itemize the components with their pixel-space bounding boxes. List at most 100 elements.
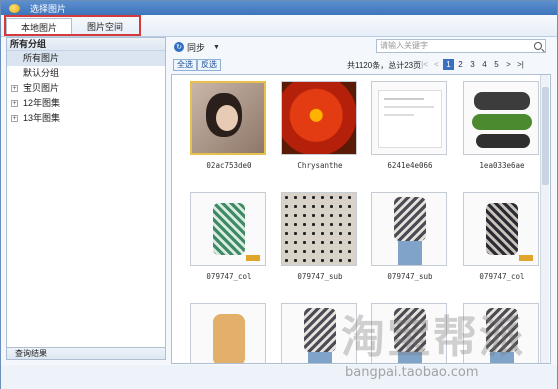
- app-logo-icon: [9, 3, 20, 13]
- vertical-scrollbar[interactable]: [540, 75, 549, 363]
- image-content: [213, 314, 245, 363]
- image-content: [216, 105, 238, 131]
- next-page-button[interactable]: >: [503, 59, 514, 70]
- tab-bar: 本地图片 图片空间: [1, 15, 557, 37]
- search-placeholder: 请输入关键字: [380, 41, 428, 50]
- image-thumbnail[interactable]: [281, 303, 359, 363]
- image-picker-dialog: 选择图片 本地图片 图片空间 所有分组 所有图片 默认分组 + 宝贝图片 + 1…: [0, 0, 558, 389]
- sneakers-photo-image[interactable]: [463, 81, 539, 155]
- window-title: 选择图片: [30, 3, 67, 14]
- image-content: [486, 308, 518, 352]
- image-caption: 079747_sub: [387, 272, 433, 281]
- bottom-bar: [1, 365, 557, 389]
- image-grid: 02ac753de0 Chrysanthe 6241e4e066 1ea033e6ae…: [171, 74, 551, 364]
- model-floral-jacket-image[interactable]: [463, 303, 539, 363]
- scrollbar-thumb[interactable]: [542, 87, 549, 185]
- orange-hoodie-image[interactable]: [190, 303, 266, 363]
- image-thumbnail[interactable]: 6241e4e066: [371, 81, 449, 170]
- image-caption: Chrysanthe: [297, 161, 343, 170]
- image-thumbnail[interactable]: 1ea033e6ae: [463, 81, 541, 170]
- first-page-button[interactable]: |<: [419, 59, 430, 70]
- image-content: [304, 308, 336, 352]
- image-content: [474, 92, 530, 110]
- image-thumbnail[interactable]: [190, 303, 268, 363]
- image-caption: 079747_col: [479, 272, 525, 281]
- prev-page-button[interactable]: <: [431, 59, 442, 70]
- sync-button[interactable]: 同步: [187, 41, 205, 54]
- image-content: [398, 241, 422, 265]
- selection-bar: 全选 反选 共1120条，总计23页 |< < 1 2 3 4 5 > >|: [171, 58, 551, 72]
- image-content: [394, 197, 426, 241]
- image-content: [472, 114, 532, 130]
- image-content: [282, 82, 356, 154]
- invert-selection-button[interactable]: 反选: [197, 59, 221, 71]
- image-caption: 6241e4e066: [387, 161, 433, 170]
- tabs-highlight-box: [4, 15, 141, 36]
- image-caption: 02ac753de0: [206, 161, 252, 170]
- sidebar-item-label: 默认分组: [23, 68, 60, 78]
- image-caption: 079747_col: [206, 272, 252, 281]
- search-input[interactable]: 请输入关键字: [376, 39, 546, 53]
- document-screenshot-image[interactable]: [371, 81, 447, 155]
- result-count: 共1120条，总计23页: [347, 61, 422, 70]
- image-thumbnail[interactable]: 02ac753de0: [190, 81, 268, 170]
- image-content: [519, 255, 533, 261]
- image-thumbnail[interactable]: 079747_col: [463, 192, 541, 281]
- sync-icon[interactable]: ↻: [174, 42, 184, 52]
- dark-floral-jacket-image[interactable]: [463, 192, 539, 266]
- expand-plus-icon[interactable]: +: [11, 100, 18, 107]
- sidebar-item-label: 宝贝图片: [23, 83, 60, 93]
- image-content: [308, 352, 332, 363]
- image-content: [384, 114, 414, 116]
- query-results-footer: 查询结果: [6, 347, 166, 360]
- page-3-button[interactable]: 3: [467, 59, 478, 70]
- title-bar[interactable]: 选择图片: [1, 1, 557, 15]
- image-content: [490, 352, 514, 363]
- page-1-button[interactable]: 1: [443, 59, 454, 70]
- image-content: [486, 203, 518, 255]
- image-content: [246, 255, 260, 261]
- sidebar-item-2012-album[interactable]: + 12年图集: [7, 96, 165, 111]
- group-sidebar: 所有分组 所有图片 默认分组 + 宝贝图片 + 12年图集 + 13年图集: [6, 37, 166, 359]
- image-caption: 079747_sub: [297, 272, 343, 281]
- page-2-button[interactable]: 2: [455, 59, 466, 70]
- image-content: [398, 352, 422, 363]
- sidebar-item-default-group[interactable]: 默认分组: [7, 66, 165, 81]
- sidebar-item-product-images[interactable]: + 宝贝图片: [7, 81, 165, 96]
- sidebar-item-2013-album[interactable]: + 13年图集: [7, 111, 165, 126]
- image-content: [384, 106, 434, 108]
- sidebar-item-all-images[interactable]: 所有图片: [7, 51, 165, 66]
- sidebar-item-label: 所有图片: [23, 53, 60, 63]
- model-floral-jacket-image[interactable]: [281, 303, 357, 363]
- image-thumbnail[interactable]: 079747_sub: [281, 192, 359, 281]
- image-thumbnail[interactable]: [463, 303, 541, 363]
- image-content: [384, 98, 424, 100]
- image-content: [282, 193, 356, 265]
- image-content: [213, 203, 245, 255]
- chevron-down-icon[interactable]: ▼: [213, 44, 220, 51]
- expand-plus-icon[interactable]: +: [11, 85, 18, 92]
- sidebar-item-label: 13年图集: [23, 113, 61, 123]
- image-caption: 1ea033e6ae: [479, 161, 525, 170]
- image-thumbnail[interactable]: [371, 303, 449, 363]
- leopard-jacket-detail-image[interactable]: [281, 192, 357, 266]
- pagination: |< < 1 2 3 4 5 > >|: [419, 59, 526, 70]
- sidebar-header[interactable]: 所有分组: [7, 38, 165, 51]
- image-thumbnail[interactable]: 079747_col: [190, 192, 268, 281]
- last-page-button[interactable]: >|: [515, 59, 526, 70]
- red-flower-photo-image[interactable]: [281, 81, 357, 155]
- page-4-button[interactable]: 4: [479, 59, 490, 70]
- image-thumbnail[interactable]: Chrysanthe: [281, 81, 359, 170]
- image-thumbnail[interactable]: 079747_sub: [371, 192, 449, 281]
- page-5-button[interactable]: 5: [491, 59, 502, 70]
- select-all-button[interactable]: 全选: [173, 59, 197, 71]
- model-floral-jacket-image[interactable]: [371, 192, 447, 266]
- sidebar-item-label: 12年图集: [23, 98, 61, 108]
- expand-plus-icon[interactable]: +: [11, 115, 18, 122]
- model-floral-jacket-image[interactable]: [371, 303, 447, 363]
- portrait-photo-image[interactable]: [190, 81, 266, 155]
- search-icon[interactable]: [534, 42, 542, 50]
- image-content: [394, 308, 426, 352]
- green-floral-jacket-image[interactable]: [190, 192, 266, 266]
- image-content: [476, 134, 530, 148]
